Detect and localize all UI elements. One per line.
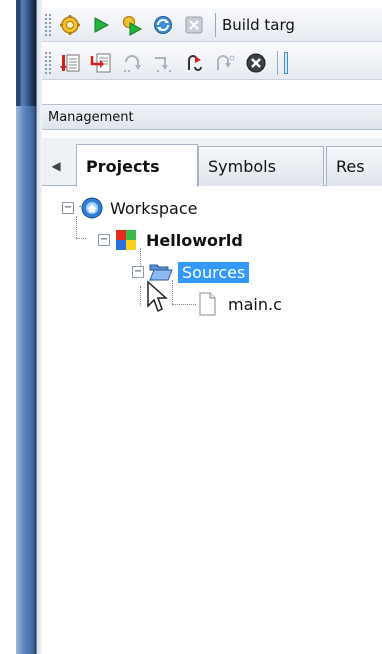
tree-node-file[interactable]: main.c bbox=[198, 290, 282, 318]
run-icon[interactable] bbox=[89, 13, 113, 37]
build-run-icon[interactable] bbox=[120, 13, 144, 37]
toolbar-separator bbox=[277, 50, 278, 75]
debug-run-icon[interactable] bbox=[58, 51, 82, 75]
tree-label-workspace: Workspace bbox=[110, 198, 198, 218]
tree-label-project: Helloworld bbox=[146, 230, 243, 250]
project-icon bbox=[116, 230, 136, 250]
toolbar-separator bbox=[215, 12, 216, 37]
collapse-toggle-icon[interactable]: − bbox=[132, 266, 144, 278]
compiler-toolbar: Build targ bbox=[42, 8, 382, 42]
tab-resources[interactable]: Res bbox=[326, 146, 382, 186]
collapse-toggle-icon[interactable]: − bbox=[62, 202, 74, 214]
management-pane-title: Management bbox=[42, 104, 382, 130]
run-to-cursor-icon[interactable] bbox=[89, 51, 113, 75]
toolbar-overflow[interactable] bbox=[284, 51, 288, 74]
debugger-toolbar bbox=[42, 46, 382, 80]
toolbar-grip[interactable] bbox=[44, 50, 52, 75]
rebuild-icon[interactable] bbox=[151, 13, 175, 37]
build-icon[interactable] bbox=[58, 13, 82, 37]
workspace-icon bbox=[81, 197, 103, 219]
tab-symbols[interactable]: Symbols bbox=[198, 146, 324, 186]
abort-icon[interactable] bbox=[182, 13, 206, 37]
step-into-icon[interactable] bbox=[151, 51, 175, 75]
tab-projects[interactable]: Projects bbox=[76, 144, 198, 187]
next-line-icon[interactable] bbox=[120, 51, 144, 75]
stop-debugger-icon[interactable] bbox=[244, 51, 268, 75]
window-frame-edge-top bbox=[16, 0, 42, 106]
project-tree: − Workspace − Helloworld − Sources main.… bbox=[42, 186, 382, 654]
mouse-cursor-icon bbox=[147, 280, 168, 313]
tree-connector bbox=[172, 304, 196, 305]
tab-scroll-left-icon[interactable]: ◀ bbox=[42, 146, 70, 186]
management-tabs: ◀ Projects Symbols Res bbox=[42, 138, 382, 187]
tree-node-project[interactable]: − Helloworld bbox=[98, 226, 243, 254]
tree-connector bbox=[140, 286, 141, 306]
step-out-icon[interactable] bbox=[182, 51, 206, 75]
build-target-label: Build targ bbox=[222, 15, 295, 34]
tree-label-file: main.c bbox=[228, 294, 282, 314]
tree-connector bbox=[76, 238, 86, 239]
next-instruction-icon[interactable] bbox=[213, 51, 237, 75]
toolbar-grip[interactable] bbox=[44, 12, 52, 37]
collapse-toggle-icon[interactable]: − bbox=[98, 234, 110, 246]
file-icon bbox=[199, 292, 216, 316]
tree-node-workspace[interactable]: − Workspace bbox=[62, 194, 197, 222]
tree-label-sources: Sources bbox=[178, 261, 250, 283]
